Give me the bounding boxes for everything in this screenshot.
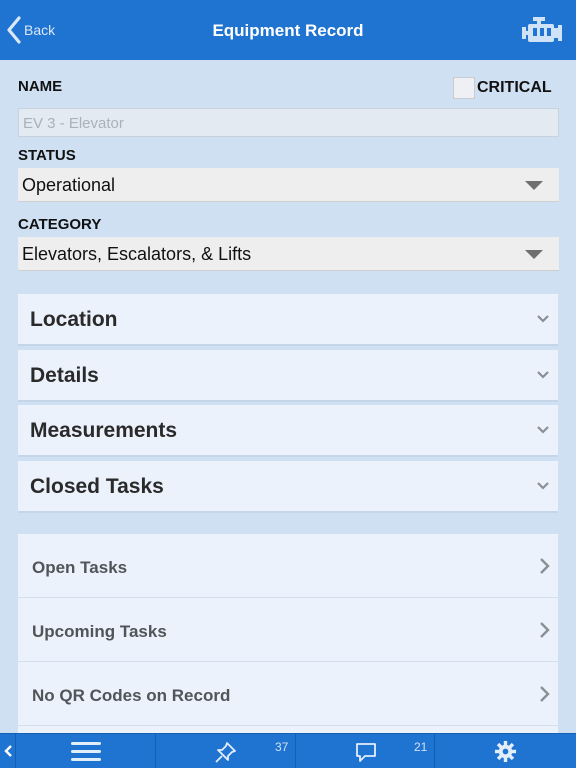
section-label: Closed Tasks (30, 475, 164, 498)
bottom-tab-bar: 37 21 (0, 733, 576, 768)
tab-pins[interactable]: 37 (156, 734, 296, 768)
section-location[interactable]: Location (18, 294, 558, 346)
section-label: Location (30, 308, 118, 331)
tab-collapse[interactable] (0, 734, 16, 768)
chevron-right-icon (540, 686, 550, 702)
status-value: Operational (22, 175, 116, 195)
tab-menu[interactable] (16, 734, 156, 768)
status-select[interactable]: Operational (18, 168, 559, 202)
menu-icon (71, 742, 101, 761)
name-label: NAME (18, 78, 63, 95)
page-title: Equipment Record (212, 21, 364, 40)
status-label: STATUS (18, 147, 76, 164)
critical-checkbox[interactable] (453, 77, 475, 99)
list-item-upcoming-tasks[interactable]: Upcoming Tasks (18, 598, 558, 662)
tab-messages[interactable]: 21 (296, 734, 435, 768)
task-links-list: Open Tasks Upcoming Tasks No QR Codes on… (18, 534, 558, 734)
section-label: Measurements (30, 419, 178, 442)
critical-toggle[interactable]: CRITICAL (453, 77, 552, 99)
critical-label: CRITICAL (477, 79, 552, 96)
category-select[interactable]: Elevators, Escalators, & Lifts (18, 237, 559, 271)
list-item-label: No QR Codes on Record (32, 686, 231, 705)
top-nav-bar: Back Equipment Record (0, 0, 576, 60)
category-label: CATEGORY (18, 216, 102, 233)
list-item-label: Open Tasks (32, 558, 128, 577)
chat-icon (356, 743, 376, 762)
section-closed-tasks[interactable]: Closed Tasks (18, 461, 558, 513)
chevron-down-icon (537, 371, 549, 379)
chevron-right-icon (540, 558, 550, 574)
name-field[interactable]: EV 3 - Elevator (18, 108, 559, 137)
equipment-form: NAME CRITICAL EV 3 - Elevator STATUS Ope… (0, 60, 576, 734)
tab-settings[interactable] (435, 734, 576, 768)
engine-icon[interactable] (520, 14, 564, 46)
dropdown-caret-icon (525, 250, 543, 259)
dropdown-caret-icon (525, 181, 543, 190)
collapse-left-icon (4, 745, 12, 757)
list-item-label: Upcoming Tasks (32, 622, 167, 641)
category-value: Elevators, Escalators, & Lifts (22, 244, 252, 264)
section-measurements[interactable]: Measurements (18, 405, 558, 457)
list-item-open-tasks[interactable]: Open Tasks (18, 534, 558, 598)
chevron-down-icon (537, 426, 549, 434)
chevron-down-icon (537, 315, 549, 323)
pin-icon (215, 742, 236, 763)
gear-icon (494, 740, 517, 763)
message-count-badge: 21 (414, 740, 428, 754)
list-item-qr-codes[interactable]: No QR Codes on Record (18, 662, 558, 726)
section-details[interactable]: Details (18, 350, 558, 402)
chevron-right-icon (540, 622, 550, 638)
section-label: Details (30, 364, 99, 387)
pin-count-badge: 37 (275, 740, 289, 754)
chevron-down-icon (537, 482, 549, 490)
